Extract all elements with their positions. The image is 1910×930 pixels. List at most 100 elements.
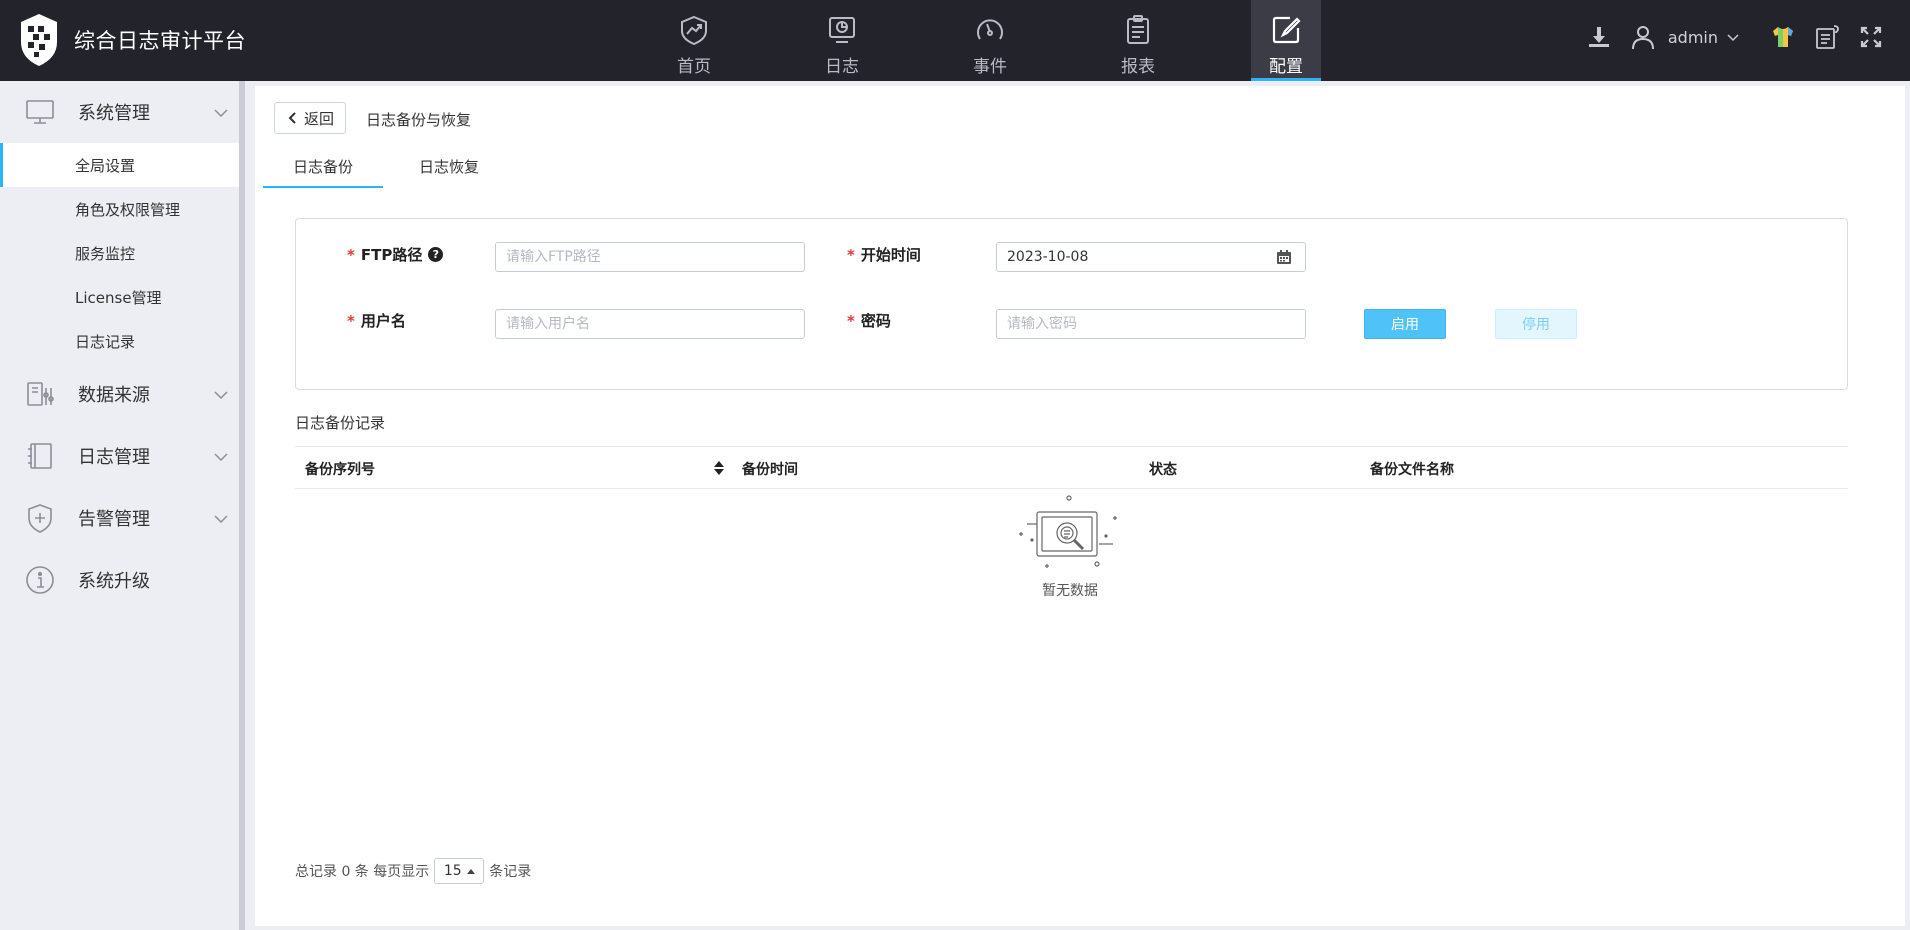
password-label-text: 密码 [860,312,891,330]
shield-plus-icon [28,504,52,533]
brand: 综合日志审计平台 [18,12,246,68]
column-header[interactable]: 备份文件名称 [1370,459,1454,479]
start-time-label: * 开始时间 [847,244,921,265]
column-header[interactable]: 状态 [1149,459,1177,479]
sidebar-group-label: 告警管理 [78,509,150,530]
nav-home[interactable]: 首页 [620,0,768,81]
download-icon [1588,27,1609,47]
start-time-input[interactable] [996,242,1306,272]
ftp-path-input[interactable] [495,242,805,272]
sidebar-group-system[interactable]: 系统管理 [0,81,245,143]
column-header[interactable]: 备份时间 [742,459,798,479]
nav-event[interactable]: 事件 [916,0,1064,81]
sidebar-group-label: 日志管理 [78,447,150,468]
column-header[interactable]: 备份序列号 [305,459,375,479]
sidebar-group-label: 系统升级 [78,571,150,592]
chevron-down-icon [214,391,228,400]
sidebar-item-log-records[interactable]: 日志记录 [0,319,245,363]
backup-records-title: 日志备份记录 [295,414,386,432]
sidebar-group-log-management[interactable]: 日志管理 [0,425,245,487]
top-bar: 综合日志审计平台 首页 日志 事件 报表 配置 admin [0,0,1910,81]
nav-log[interactable]: 日志 [768,0,916,81]
sidebar: 系统管理 全局设置 角色及权限管理 服务监控 License管理 日志记录 数据… [0,81,245,930]
sidebar-item-label: 服务监控 [75,244,136,263]
info-icon [26,566,54,594]
shirt-icon [1773,27,1793,47]
sidebar-item-roles[interactable]: 角色及权限管理 [0,187,245,231]
sidebar-item-label: License管理 [75,288,162,307]
clipboard-icon [1127,15,1149,44]
nav-label: 报表 [1121,57,1155,77]
back-button[interactable]: 返回 [274,102,346,134]
password-input[interactable] [996,309,1306,339]
sidebar-item-global-settings[interactable]: 全局设置 [0,143,239,187]
user-menu[interactable]: admin [1668,28,1740,47]
sidebar-item-label: 日志记录 [75,332,136,351]
username: admin [1667,27,1718,47]
logo-icon [21,14,57,66]
page-size-select[interactable]: 15 [434,858,485,884]
sidebar-item-label: 角色及权限管理 [75,200,181,219]
ftp-path-label: * FTP路径 ? [347,244,444,265]
back-label: 返回 [303,109,334,128]
username-input[interactable] [495,309,805,339]
required-mark: * [847,311,855,330]
nav-label: 配置 [1269,57,1303,77]
main-nav: 首页 日志 事件 报表 配置 [620,0,1360,81]
sidebar-item-service-monitor[interactable]: 服务监控 [0,231,245,275]
sidebar-item-license[interactable]: License管理 [0,275,245,319]
monitor-icon [829,17,855,43]
nav-report[interactable]: 报表 [1064,0,1212,81]
required-mark: * [847,245,855,264]
help-icon[interactable]: ? [428,247,444,262]
sidebar-group-label: 数据来源 [78,385,150,406]
disable-button[interactable]: 停用 [1495,309,1577,339]
fullscreen-icon [1860,26,1882,48]
chevron-left-icon [288,112,296,124]
password-label: * 密码 [847,310,891,331]
chevron-down-icon [1727,34,1739,42]
nav-label: 日志 [825,57,859,77]
sidebar-group-alarm[interactable]: 告警管理 [0,487,245,549]
table-header: 备份序列号 备份时间 状态 备份文件名称 [295,446,1848,489]
document-help-icon [1816,25,1839,49]
data-source-icon [27,382,54,406]
tab-log-restore[interactable]: 日志恢复 [389,144,509,188]
caret-up-icon [466,868,475,874]
nav-config[interactable]: 配置 [1251,0,1321,81]
sidebar-group-data-source[interactable]: 数据来源 [0,363,245,425]
ftp-label-text: FTP路径 [360,246,423,264]
nav-label: 首页 [677,57,711,77]
user-label-text: 用户名 [360,312,406,330]
theme-button[interactable] [1768,22,1798,52]
user-button[interactable] [1628,22,1658,52]
user-icon [1631,26,1654,50]
main-content: 返回 日志备份与恢复 日志备份 日志恢复 * FTP路径 ? * 开始时间 * … [255,86,1905,926]
tab-label: 日志恢复 [418,157,479,176]
notes-button[interactable] [1812,22,1842,52]
enable-button[interactable]: 启用 [1364,309,1446,339]
tabs: 日志备份 日志恢复 [263,144,509,188]
chevron-down-icon [214,515,228,524]
fullscreen-button[interactable] [1856,22,1886,52]
records-suffix: 条记录 [489,864,532,880]
sidebar-group-label: 系统管理 [78,103,150,124]
app-title: 综合日志审计平台 [74,29,246,53]
username-label: * 用户名 [347,310,406,331]
sidebar-item-label: 全局设置 [75,156,136,175]
tab-log-backup[interactable]: 日志备份 [263,144,383,188]
pagination: 总记录 0 条 每页显示 15 条记录 [295,858,531,884]
page-size-value: 15 [443,863,462,879]
page-title: 日志备份与恢复 [366,111,472,129]
gauge-icon [977,19,1003,40]
calendar-icon[interactable] [1276,249,1292,265]
nav-label: 事件 [973,57,1007,77]
notebook-icon [28,443,52,469]
download-button[interactable] [1584,22,1614,52]
sidebar-scrollbar[interactable] [239,81,245,930]
start-label-text: 开始时间 [860,246,921,264]
empty-state: 暂无数据 [1015,494,1125,600]
sidebar-group-upgrade[interactable]: 系统升级 [0,549,245,611]
sort-icon[interactable] [713,459,725,477]
trend-icon [681,15,707,46]
